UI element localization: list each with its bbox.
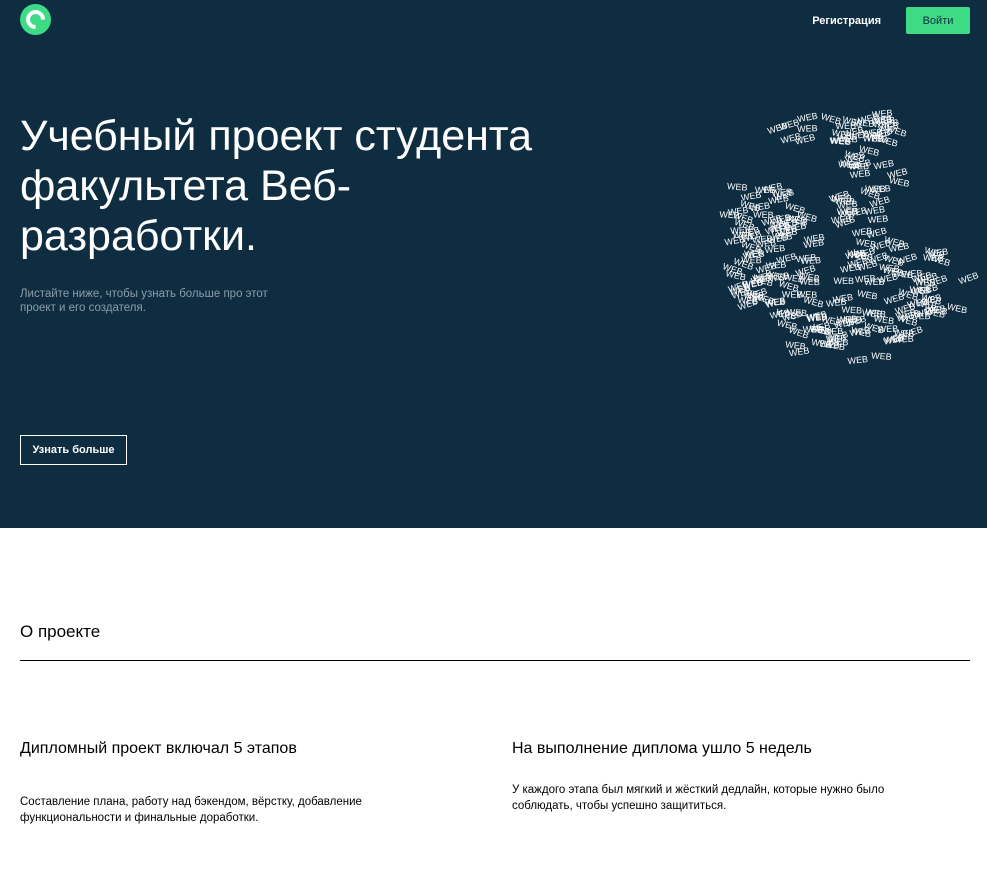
globe-word: WEB (847, 354, 868, 366)
hero-subtitle: Листайте ниже, чтобы узнать больше про э… (20, 288, 268, 314)
about-section-title: О проекте (20, 622, 101, 641)
hero-section: Регистрация Войти Учебный проект студент… (0, 0, 987, 528)
globe-word: WEB (871, 350, 892, 362)
header-nav: Регистрация Войти (812, 7, 970, 34)
weeks-title: На выполнение диплома ушло 5 недель (512, 740, 812, 757)
globe-word: WEB (782, 289, 803, 299)
globe-word: WEB (837, 314, 858, 325)
globe-word: WEB (856, 288, 878, 302)
register-link[interactable]: Регистрация (812, 15, 881, 27)
c-logo-icon[interactable] (20, 4, 51, 35)
globe-word: WEB (727, 181, 748, 193)
globe-word: WEB (833, 276, 854, 286)
weeks-text: У каждого этапа был мягкий и жёсткий дед… (512, 784, 885, 812)
globe-word: WEB (915, 278, 936, 288)
globe-word: WEB (946, 301, 968, 315)
globe-word: WEB (797, 111, 819, 125)
globe-word: WEB (803, 237, 825, 250)
globe-word: WEB (788, 345, 810, 358)
globe-word: WEB (831, 193, 852, 204)
globe-word: WEB (837, 133, 858, 145)
stages-text: Составление плана, работу над бэкендом, … (20, 796, 362, 824)
globe-word: WEB (888, 175, 910, 189)
globe-word: WEB (771, 187, 792, 199)
globe-word: WEB (867, 213, 888, 225)
globe-word: WEB (819, 339, 840, 351)
web-globe-image: WEBWEBWEBWEBWEBWEBWEBWEBWEBWEBWEBWEBWEBW… (719, 108, 980, 366)
hero-title: Учебный проект студента факультета Веб-р… (20, 112, 532, 260)
stages-title: Дипломный проект включал 5 этапов (20, 740, 297, 757)
globe-word: WEB (832, 292, 854, 305)
globe-word: WEB (957, 270, 980, 286)
section-divider (20, 660, 970, 661)
learn-more-button[interactable]: Узнать больше (20, 435, 127, 465)
globe-word: WEB (894, 328, 915, 339)
globe-word: WEB (797, 123, 818, 134)
globe-word: WEB (853, 117, 874, 129)
globe-word: WEB (786, 307, 807, 318)
login-button[interactable]: Войти (906, 7, 970, 34)
